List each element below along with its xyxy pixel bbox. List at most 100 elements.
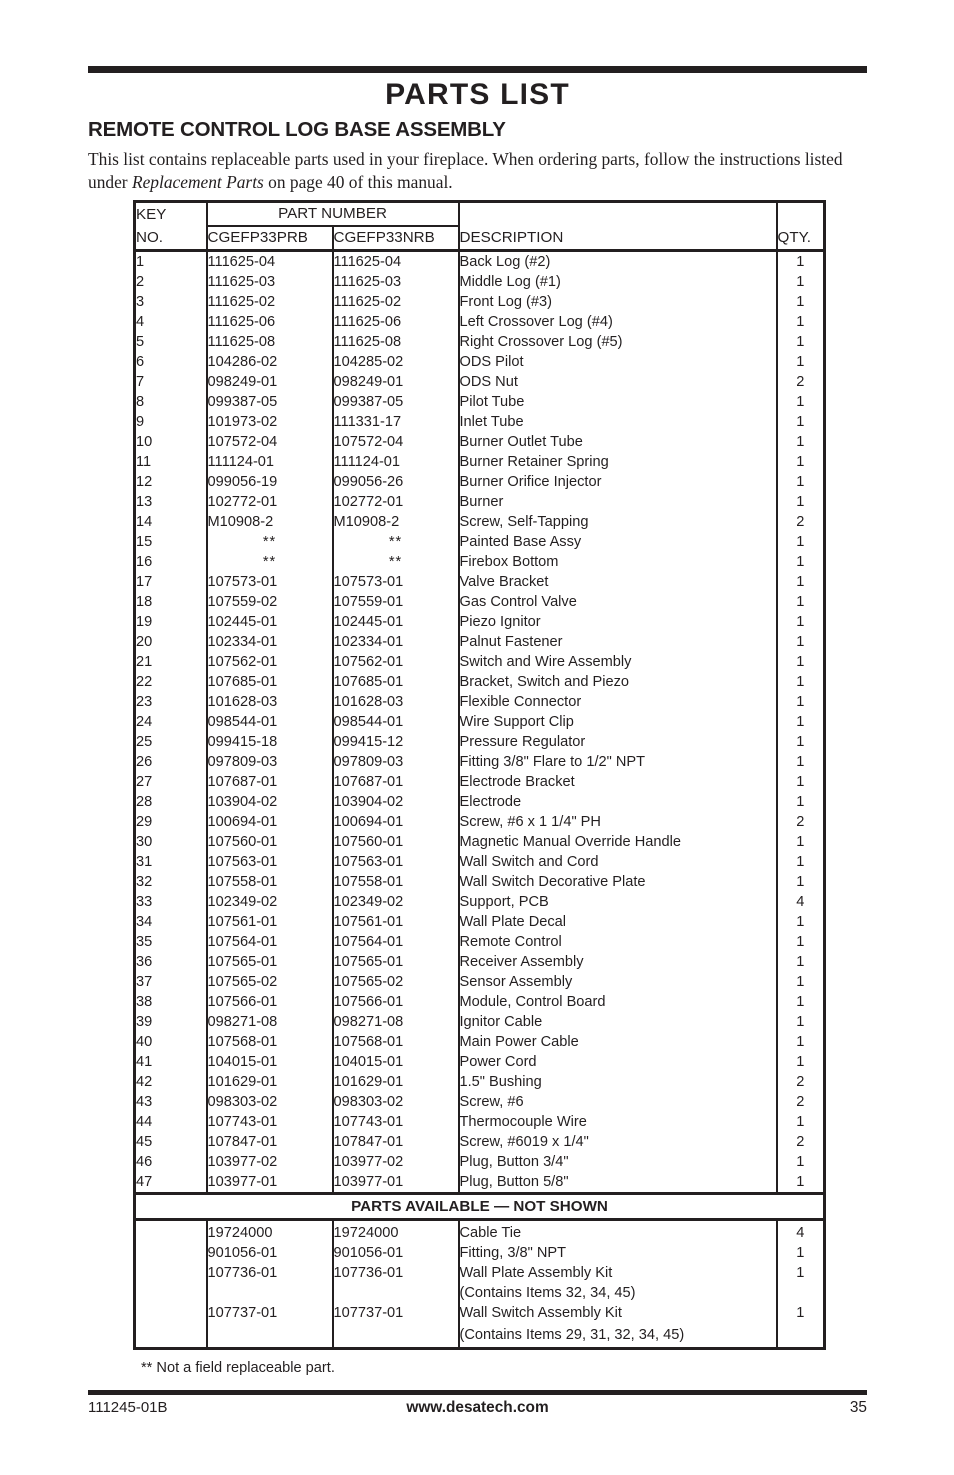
cell-part-number-prb: 107560-01: [206, 832, 334, 852]
cell-description: Wall Switch Decorative Plate: [459, 874, 646, 890]
cell-part-number-prb: 107687-01: [206, 772, 334, 792]
table-row: 1 111625-04 111625-04 Back Log (#2) 1: [134, 250, 825, 272]
table-row: 13 102772-01 102772-01 Burner 1: [134, 492, 825, 512]
cell-key-number: 4: [134, 312, 208, 332]
cell-quantity: 1: [775, 1152, 825, 1172]
cell-part-number-nrb: **: [332, 552, 460, 572]
cell-part-number-prb: [206, 1283, 334, 1303]
table-row: 12 099056-19 099056-26 Burner Orifice Injec…: [134, 472, 825, 492]
cell-key-number: 37: [134, 972, 208, 992]
cell-quantity: 1: [775, 1052, 825, 1072]
cell-description: Screw, #6: [459, 1094, 524, 1110]
table-row: 33 102349-02 102349-02 Support, PCB 4: [134, 892, 825, 912]
cell-description: Cable Tie: [459, 1225, 522, 1241]
table-row: 7 098249-01 098249-01 ODS Nut 2: [134, 372, 825, 392]
cell-part-number-prb: 901056-01: [206, 1243, 334, 1263]
cell-description: 1.5" Bushing: [459, 1074, 542, 1090]
cell-part-number-prb: 107562-01: [206, 652, 334, 672]
cell-part-number-prb: 111625-03: [206, 272, 334, 292]
cell-part-number-nrb: 111625-06: [332, 312, 460, 332]
cell-quantity: 1: [775, 1112, 825, 1132]
cell-description: Piezo Ignitor: [459, 614, 541, 630]
cell-part-number-prb: 102445-01: [206, 612, 334, 632]
cell-quantity: 1: [775, 312, 825, 332]
cell-description: Switch and Wire Assembly: [459, 654, 632, 670]
cell-description: Screw, #6 x 1 1/4" PH: [459, 814, 601, 830]
cell-part-number-prb: 107566-01: [206, 992, 334, 1012]
cell-description: (Contains Items 32, 34, 45): [459, 1285, 636, 1301]
cell-key-number: 16: [134, 552, 208, 572]
cell-part-number-nrb: 098303-02: [332, 1092, 460, 1112]
table-row: 36 107565-01 107565-01 Receiver Assembly 1: [134, 952, 825, 972]
cell-part-number-nrb: 111124-01: [332, 452, 460, 472]
footer-website: www.desatech.com: [406, 1399, 549, 1416]
cell-key-number: 22: [134, 672, 208, 692]
table-header: KEY PART NUMBER NO. CGEFP33PRB CGEFP33NR…: [134, 201, 825, 252]
cell-quantity: 1: [775, 992, 825, 1012]
cell-key-number: 11: [134, 452, 208, 472]
parts-table: KEY PART NUMBER NO. CGEFP33PRB CGEFP33NR…: [133, 200, 826, 1350]
header-model-2: CGEFP33NRB: [332, 226, 460, 252]
cell-part-number-prb: 102772-01: [206, 492, 334, 512]
cell-quantity: 1: [775, 972, 825, 992]
cell-quantity: 1: [775, 472, 825, 492]
cell-key-number: 7: [134, 372, 208, 392]
footer-page-number: 35: [849, 1399, 867, 1416]
header-description: DESCRIPTION: [458, 226, 777, 252]
cell-quantity: 2: [775, 1092, 825, 1112]
table-row: 46 103977-02 103977-02 Plug, Button 3/4" 1: [134, 1152, 825, 1172]
not-shown-banner-row: PARTS AVAILABLE — NOT SHOWN: [134, 1193, 825, 1221]
cell-part-number-prb: 103904-02: [206, 792, 334, 812]
cell-part-number-prb: 100694-01: [206, 812, 334, 832]
cell-key-number: 23: [134, 692, 208, 712]
cell-part-number-prb: 107572-04: [206, 432, 334, 452]
cell-part-number-nrb: 098271-08: [332, 1012, 460, 1032]
table-row: 42 101629-01 101629-01 1.5" Bushing 2: [134, 1072, 825, 1092]
cell-part-number-prb: 107559-02: [206, 592, 334, 612]
header-rule: [88, 66, 867, 73]
header-part-number-group: PART NUMBER: [206, 201, 460, 227]
cell-quantity: 2: [775, 1132, 825, 1152]
cell-description: ODS Nut: [459, 374, 518, 390]
cell-part-number-nrb: 107568-01: [332, 1032, 460, 1052]
page-footer: 111245-01B www.desatech.com 35: [88, 1399, 867, 1421]
table-row: 35 107564-01 107564-01 Remote Control 1: [134, 932, 825, 952]
cell-quantity: 4: [775, 1219, 825, 1243]
cell-quantity: 1: [775, 452, 825, 472]
cell-key-number: 29: [134, 812, 208, 832]
cell-part-number-nrb: 107685-01: [332, 672, 460, 692]
cell-part-number-nrb: 107572-04: [332, 432, 460, 452]
cell-part-number-prb: 107565-01: [206, 952, 334, 972]
cell-key-number: 18: [134, 592, 208, 612]
cell-part-number-prb: 098271-08: [206, 1012, 334, 1032]
table-row: 6 104286-02 104285-02 ODS Pilot 1: [134, 352, 825, 372]
cell-quantity: 1: [775, 852, 825, 872]
section-title: REMOTE CONTROL LOG BASE ASSEMBLY: [88, 118, 506, 141]
cell-description: Gas Control Valve: [459, 594, 577, 610]
cell-part-number-prb: 102349-02: [206, 892, 334, 912]
cell-description: Fitting 3/8" Flare to 1/2" NPT: [459, 754, 646, 770]
cell-part-number-nrb: 097809-03: [332, 752, 460, 772]
not-shown-table-row: 19724000 19724000 Cable Tie 4: [134, 1219, 825, 1243]
table-row: 44 107743-01 107743-01 Thermocouple Wire 1: [134, 1112, 825, 1132]
cell-description: Front Log (#3): [459, 294, 552, 310]
table-row: 24 098544-01 098544-01 Wire Support Clip 1: [134, 712, 825, 732]
cell-quantity: 1: [775, 632, 825, 652]
cell-part-number-nrb: 107565-02: [332, 972, 460, 992]
table-row: 15 ** ** Painted Base Assy 1: [134, 532, 825, 552]
cell-quantity: 1: [775, 612, 825, 632]
cell-part-number-prb: 103977-02: [206, 1152, 334, 1172]
cell-key-number: 28: [134, 792, 208, 812]
table-row: 30 107560-01 107560-01 Magnetic Manual Over…: [134, 832, 825, 852]
cell-key-number: 42: [134, 1072, 208, 1092]
cell-quantity: 1: [775, 932, 825, 952]
table-row: 22 107685-01 107685-01 Bracket, Switch and …: [134, 672, 825, 692]
table-row: 32 107558-01 107558-01 Wall Switch Decorati…: [134, 872, 825, 892]
cell-part-number-prb: **: [206, 552, 334, 572]
cell-description: Magnetic Manual Override Handle: [459, 834, 681, 850]
cell-part-number-prb: 098303-02: [206, 1092, 334, 1112]
cell-quantity: 1: [775, 752, 825, 772]
cell-description: Burner Retainer Spring: [459, 454, 609, 470]
cell-key-number: [134, 1243, 208, 1263]
cell-quantity: 1: [775, 1032, 825, 1052]
